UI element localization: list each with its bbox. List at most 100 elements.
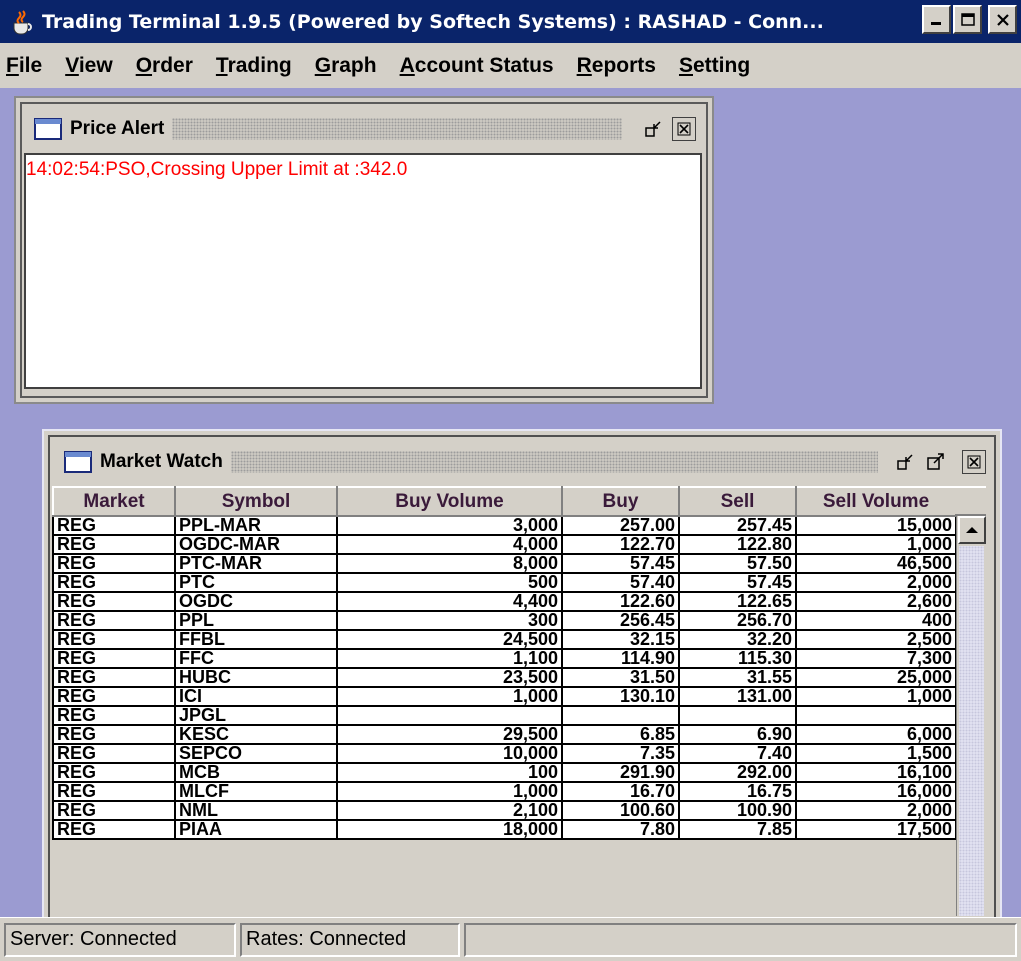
- cell-sell: 32.20: [678, 629, 797, 650]
- cell-sell: 7.40: [678, 743, 797, 764]
- cell-market: REG: [52, 800, 176, 821]
- cell-market: REG: [52, 667, 176, 688]
- maximize-button[interactable]: [953, 5, 982, 34]
- menu-reports[interactable]: Reports: [577, 54, 656, 78]
- table-row[interactable]: REG JPGL: [52, 705, 957, 726]
- cell-market: REG: [52, 819, 176, 840]
- title-grip: [230, 451, 878, 473]
- table-row[interactable]: REG PIAA 18,000 7.80 7.85 17,500: [52, 819, 957, 840]
- table-row[interactable]: REG MCB 100 291.90 292.00 16,100: [52, 762, 957, 783]
- price-alert-close-button[interactable]: [672, 117, 696, 141]
- cell-market: REG: [52, 591, 176, 612]
- table-row[interactable]: REG HUBC 23,500 31.50 31.55 25,000: [52, 667, 957, 688]
- cell-sell: 57.50: [678, 553, 797, 574]
- table-row[interactable]: REG FFC 1,100 114.90 115.30 7,300: [52, 648, 957, 669]
- cell-symbol: FFC: [174, 648, 338, 669]
- cell-sell: 6.90: [678, 724, 797, 745]
- cell-symbol: JPGL: [174, 705, 338, 726]
- cell-sell-volume: 2,000: [795, 800, 957, 821]
- cell-sell-volume: 2,000: [795, 572, 957, 593]
- cell-market: REG: [52, 610, 176, 631]
- price-alert-restore-button[interactable]: [642, 117, 666, 141]
- menu-graph[interactable]: Graph: [315, 54, 377, 78]
- table-row[interactable]: REG ICI 1,000 130.10 131.00 1,000: [52, 686, 957, 707]
- menu-file[interactable]: File: [6, 54, 42, 78]
- cell-symbol: ICI: [174, 686, 338, 707]
- table-row[interactable]: REG MLCF 1,000 16.70 16.75 16,000: [52, 781, 957, 802]
- close-icon: [996, 13, 1009, 26]
- cell-symbol: FFBL: [174, 629, 338, 650]
- cell-buy-volume: 4,400: [336, 591, 563, 612]
- cell-sell-volume: 1,500: [795, 743, 957, 764]
- column-header-sell-volume[interactable]: Sell Volume: [795, 486, 957, 517]
- table-row[interactable]: REG OGDC 4,400 122.60 122.65 2,600: [52, 591, 957, 612]
- table-row[interactable]: REG OGDC-MAR 4,000 122.70 122.80 1,000: [52, 534, 957, 555]
- cell-market: REG: [52, 705, 176, 726]
- price-alert-title: Price Alert: [70, 118, 165, 139]
- cell-sell: 122.80: [678, 534, 797, 555]
- column-header-market[interactable]: Market: [52, 486, 176, 517]
- cell-sell-volume: 46,500: [795, 553, 957, 574]
- cell-sell-volume: 2,500: [795, 629, 957, 650]
- market-watch-titlebar[interactable]: Market Watch: [64, 445, 986, 479]
- cell-buy: 16.70: [561, 781, 680, 802]
- market-watch-close-button[interactable]: [962, 450, 986, 474]
- cell-buy: 57.40: [561, 572, 680, 593]
- cell-symbol: MCB: [174, 762, 338, 783]
- table-row[interactable]: REG FFBL 24,500 32.15 32.20 2,500: [52, 629, 957, 650]
- scroll-up-button[interactable]: [958, 516, 986, 544]
- cell-sell: [678, 705, 797, 726]
- minimize-icon: [930, 21, 941, 25]
- cell-buy-volume: 1,100: [336, 648, 563, 669]
- column-header-sell[interactable]: Sell: [678, 486, 797, 517]
- cell-buy-volume: 3,000: [336, 515, 563, 536]
- table-row[interactable]: REG PTC-MAR 8,000 57.45 57.50 46,500: [52, 553, 957, 574]
- market-watch-table[interactable]: Market Symbol Buy Volume Buy Sell Sell V…: [52, 486, 957, 840]
- cell-buy-volume: 500: [336, 572, 563, 593]
- menu-account-status[interactable]: Account Status: [400, 54, 554, 78]
- cell-sell-volume: 2,600: [795, 591, 957, 612]
- cell-buy: 122.70: [561, 534, 680, 555]
- market-watch-rows: REG PPL-MAR 3,000 257.00 257.45 15,000 REG OGDC…: [52, 515, 957, 840]
- table-row[interactable]: REG SEPCO 10,000 7.35 7.40 1,500: [52, 743, 957, 764]
- menu-trading[interactable]: Trading: [216, 54, 292, 78]
- close-button[interactable]: [988, 5, 1017, 34]
- table-row[interactable]: REG PTC 500 57.40 57.45 2,000: [52, 572, 957, 593]
- cell-sell-volume: 25,000: [795, 667, 957, 688]
- cell-sell-volume: 6,000: [795, 724, 957, 745]
- table-row[interactable]: REG PPL 300 256.45 256.70 400: [52, 610, 957, 631]
- cell-sell: 131.00: [678, 686, 797, 707]
- cell-buy-volume: 100: [336, 762, 563, 783]
- price-alert-titlebar[interactable]: Price Alert: [34, 112, 696, 146]
- column-header-symbol[interactable]: Symbol: [174, 486, 338, 517]
- maximize-icon: [960, 12, 975, 26]
- cell-buy: 7.35: [561, 743, 680, 764]
- cell-buy: [561, 705, 680, 726]
- market-watch-restore-button[interactable]: [894, 450, 918, 474]
- cell-buy-volume: 10,000: [336, 743, 563, 764]
- cell-sell-volume: [795, 705, 957, 726]
- java-cup-icon: [8, 8, 36, 36]
- table-row[interactable]: REG KESC 29,500 6.85 6.90 6,000: [52, 724, 957, 745]
- menu-view[interactable]: View: [65, 54, 113, 78]
- vertical-scrollbar[interactable]: [956, 516, 986, 916]
- market-watch-maximize-button[interactable]: [924, 450, 948, 474]
- close-icon: [967, 455, 981, 469]
- price-alert-messages[interactable]: 14:02:54:PSO,Crossing Upper Limit at :34…: [24, 153, 702, 389]
- table-row[interactable]: REG NML 2,100 100.60 100.90 2,000: [52, 800, 957, 821]
- cell-buy: 257.00: [561, 515, 680, 536]
- app-titlebar[interactable]: Trading Terminal 1.9.5 (Powered by Softe…: [0, 0, 1021, 43]
- cell-sell: 7.85: [678, 819, 797, 840]
- table-row[interactable]: REG PPL-MAR 3,000 257.00 257.45 15,000: [52, 515, 957, 536]
- menu-setting[interactable]: Setting: [679, 54, 750, 78]
- menu-order[interactable]: Order: [136, 54, 193, 78]
- minimize-button[interactable]: [922, 5, 951, 34]
- cell-buy-volume: 18,000: [336, 819, 563, 840]
- column-header-buy[interactable]: Buy: [561, 486, 680, 517]
- scroll-thumb[interactable]: [959, 546, 984, 916]
- cell-buy-volume: [336, 705, 563, 726]
- column-header-buy-volume[interactable]: Buy Volume: [336, 486, 563, 517]
- cell-sell: 256.70: [678, 610, 797, 631]
- cell-symbol: SEPCO: [174, 743, 338, 764]
- cell-buy-volume: 1,000: [336, 781, 563, 802]
